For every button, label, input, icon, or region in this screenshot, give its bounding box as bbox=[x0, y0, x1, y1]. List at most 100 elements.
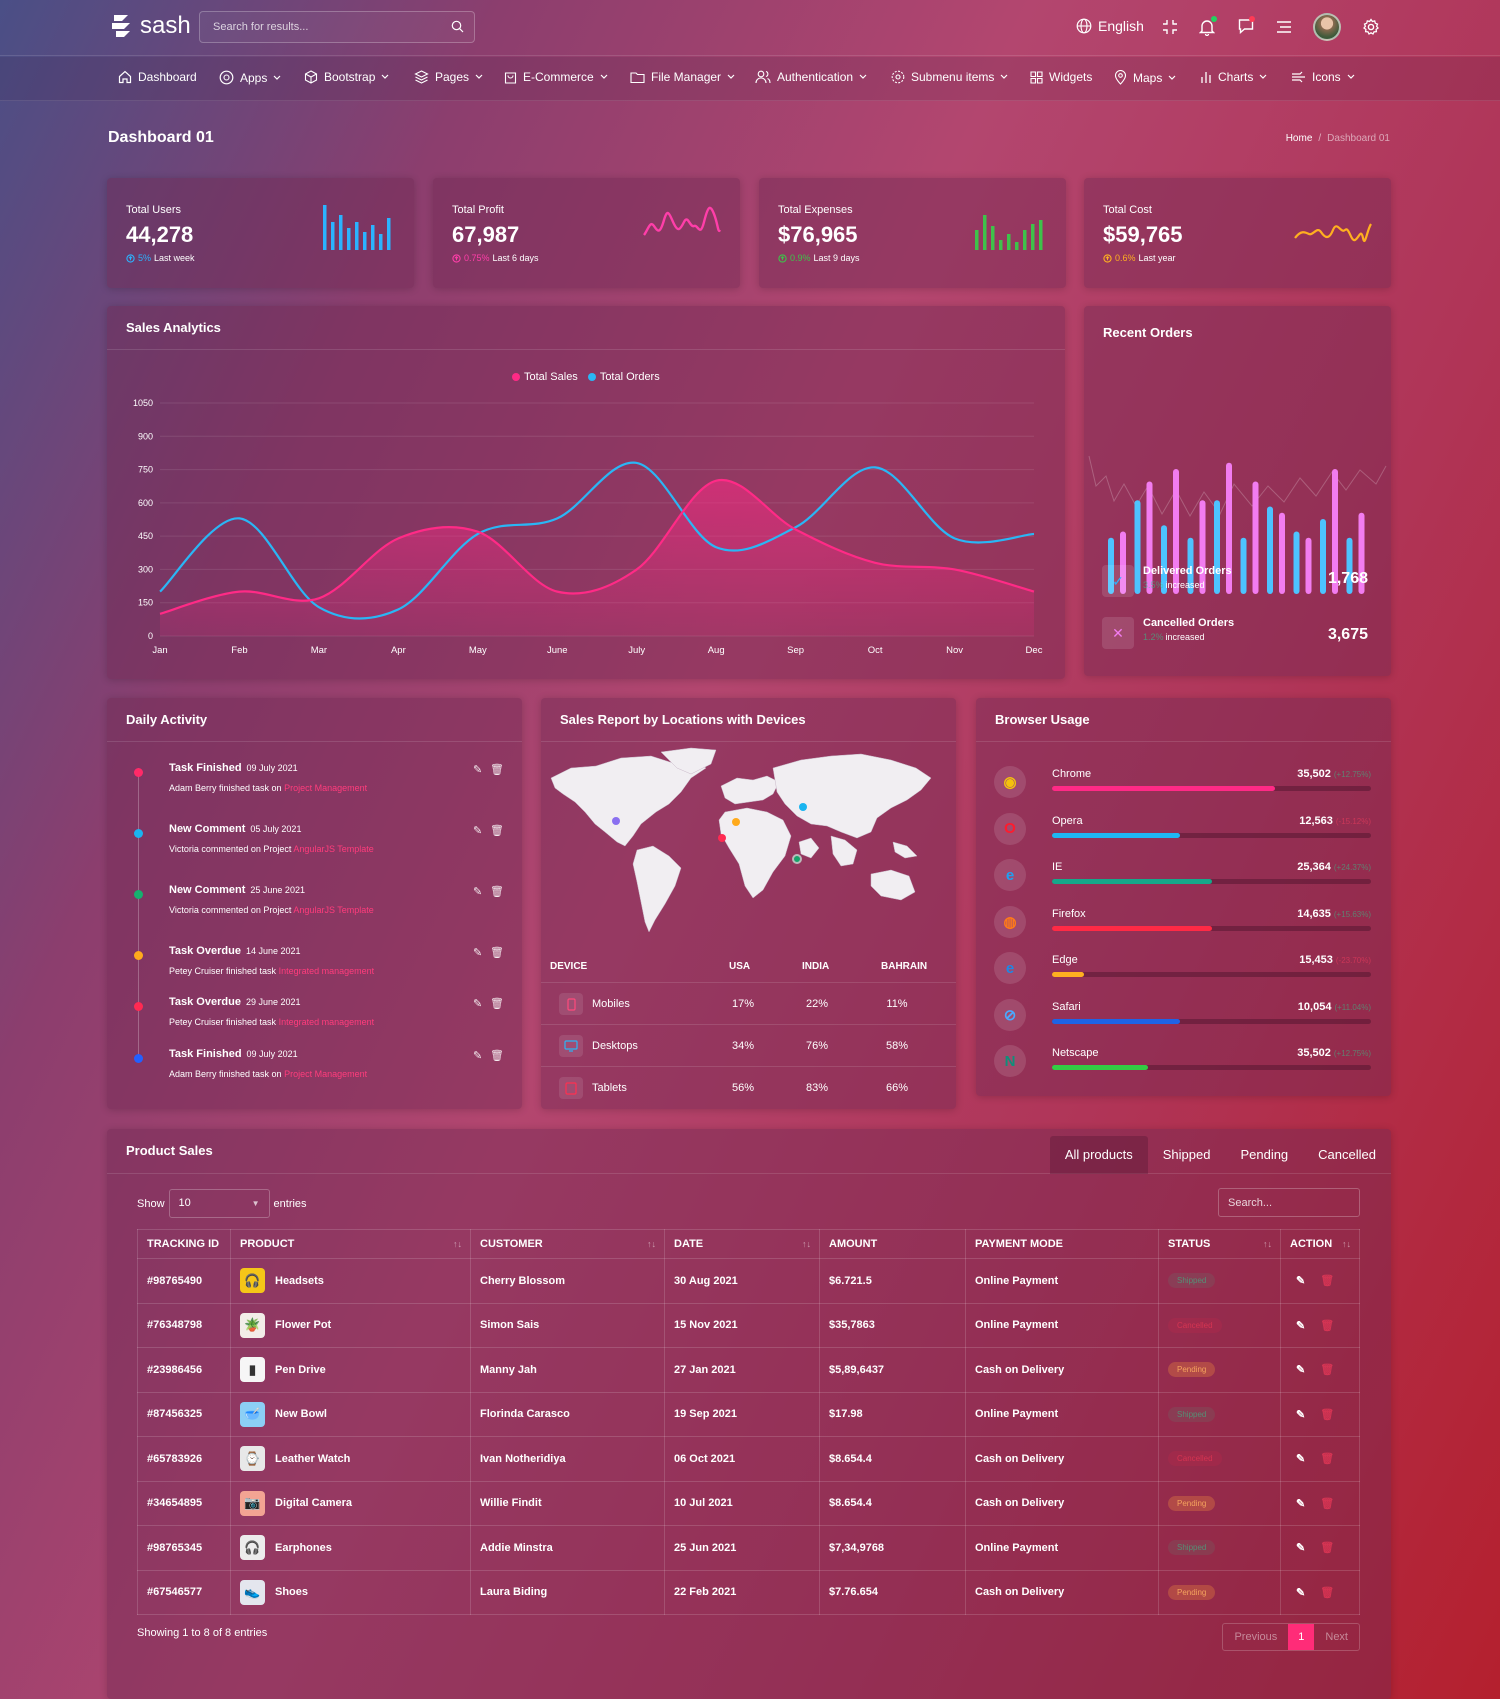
chevron-down-icon bbox=[1347, 74, 1355, 79]
trash-icon[interactable]: 🗑 bbox=[1320, 1319, 1334, 1332]
trash-icon[interactable]: 🗑 bbox=[1320, 1497, 1334, 1510]
edit-icon[interactable]: ✎ bbox=[473, 763, 482, 776]
pagination-previous[interactable]: Previous bbox=[1223, 1624, 1288, 1650]
th-status[interactable]: STATUS ↑↓ bbox=[1158, 1229, 1281, 1259]
pagination-next[interactable]: Next bbox=[1314, 1624, 1359, 1650]
nav-submenu-items[interactable]: Submenu items bbox=[891, 70, 1008, 84]
table-row[interactable]: #23986456 ▮ Pen Drive Manny Jah 27 Jan 2021 $… bbox=[137, 1347, 1360, 1393]
nav-maps[interactable]: Maps bbox=[1114, 70, 1176, 85]
tab-shipped[interactable]: Shipped bbox=[1148, 1136, 1226, 1174]
edit-icon[interactable]: ✎ bbox=[1296, 1274, 1305, 1287]
browser-value: 14,635 (+15.63%) bbox=[1297, 908, 1371, 920]
logo[interactable]: sash bbox=[110, 12, 191, 40]
edit-icon[interactable]: ✎ bbox=[473, 946, 482, 959]
table-search-input[interactable]: Search... bbox=[1218, 1188, 1360, 1217]
nav-bootstrap[interactable]: Bootstrap bbox=[304, 70, 389, 84]
nav-file-manager[interactable]: File Manager bbox=[630, 70, 735, 84]
edit-icon[interactable]: ✎ bbox=[473, 824, 482, 837]
nav-apps[interactable]: Apps bbox=[219, 70, 281, 85]
th-payment-mode[interactable]: PAYMENT MODE bbox=[965, 1229, 1159, 1259]
th-date[interactable]: DATE ↑↓ bbox=[664, 1229, 820, 1259]
nav-widgets[interactable]: Widgets bbox=[1030, 70, 1092, 84]
edit-icon[interactable]: ✎ bbox=[1296, 1408, 1305, 1421]
settings-gear-icon[interactable] bbox=[1362, 18, 1380, 36]
th-customer[interactable]: CUSTOMER ↑↓ bbox=[470, 1229, 665, 1259]
edit-icon[interactable]: ✎ bbox=[1296, 1497, 1305, 1510]
map-marker-usa[interactable] bbox=[612, 817, 620, 825]
trash-icon[interactable]: 🗑 bbox=[1320, 1586, 1334, 1599]
trash-icon[interactable]: 🗑 bbox=[490, 946, 504, 959]
activity-link[interactable]: Project Management bbox=[284, 1069, 367, 1079]
trash-icon[interactable]: 🗑 bbox=[490, 885, 504, 898]
activity-link[interactable]: Integrated management bbox=[279, 1017, 375, 1027]
arrow-circle-icon bbox=[778, 253, 787, 263]
trash-icon[interactable]: 🗑 bbox=[490, 763, 504, 776]
table-row[interactable]: #98765490 🎧 Headsets Cherry Blossom 30 Aug 2… bbox=[137, 1258, 1360, 1304]
map-marker-asia[interactable] bbox=[799, 803, 807, 811]
table-row[interactable]: #67546577 👟 Shoes Laura Biding 22 Feb 2021 $7… bbox=[137, 1569, 1360, 1615]
nav-icons[interactable]: Icons bbox=[1291, 70, 1355, 84]
fullscreen-icon[interactable] bbox=[1162, 19, 1178, 35]
cell-payment-mode: Online Payment bbox=[965, 1391, 1159, 1437]
cell-action: ✎ 🗑 bbox=[1280, 1258, 1360, 1304]
trash-icon[interactable]: 🗑 bbox=[1320, 1541, 1334, 1554]
table-row[interactable]: #34654895 📷 Digital Camera Willie Findit 10 … bbox=[137, 1480, 1360, 1526]
search-input[interactable] bbox=[200, 12, 430, 42]
trash-icon[interactable]: 🗑 bbox=[1320, 1363, 1334, 1376]
language-selector[interactable]: English bbox=[1076, 18, 1144, 34]
edit-icon[interactable]: ✎ bbox=[1296, 1452, 1305, 1465]
tab-pending[interactable]: Pending bbox=[1225, 1136, 1303, 1174]
th-product[interactable]: PRODUCT ↑↓ bbox=[230, 1229, 471, 1259]
activity-link[interactable]: AngularJS Template bbox=[293, 905, 373, 915]
edit-icon[interactable]: ✎ bbox=[1296, 1541, 1305, 1554]
nav-charts[interactable]: Charts bbox=[1200, 70, 1267, 84]
stat-change: 0.6% bbox=[1115, 253, 1136, 263]
edit-icon[interactable]: ✎ bbox=[473, 1049, 482, 1062]
cell-tracking-id: #67546577 bbox=[137, 1569, 231, 1615]
y-tick-label: 750 bbox=[138, 465, 153, 475]
search-icon[interactable] bbox=[451, 20, 464, 33]
trash-icon[interactable]: 🗑 bbox=[1320, 1408, 1334, 1421]
edit-icon[interactable]: ✎ bbox=[1296, 1363, 1305, 1376]
trash-icon[interactable]: 🗑 bbox=[1320, 1274, 1334, 1287]
edit-icon[interactable]: ✎ bbox=[473, 885, 482, 898]
table-row[interactable]: #87456325 🥣 New Bowl Florinda Carasco 19 Sep… bbox=[137, 1391, 1360, 1437]
trash-icon[interactable]: 🗑 bbox=[490, 997, 504, 1010]
th-action[interactable]: ACTION ↑↓ bbox=[1280, 1229, 1360, 1259]
activity-link[interactable]: Project Management bbox=[284, 783, 367, 793]
edit-icon[interactable]: ✎ bbox=[1296, 1319, 1305, 1332]
map-marker-africa[interactable] bbox=[718, 834, 726, 842]
tab-cancelled[interactable]: Cancelled bbox=[1303, 1136, 1391, 1174]
edit-icon[interactable]: ✎ bbox=[473, 997, 482, 1010]
grid-icon bbox=[1030, 70, 1043, 84]
activity-link[interactable]: AngularJS Template bbox=[293, 844, 373, 854]
trash-icon[interactable]: 🗑 bbox=[490, 824, 504, 837]
browser-name: Safari bbox=[1052, 1000, 1081, 1013]
avatar[interactable] bbox=[1313, 13, 1341, 41]
entries-select[interactable]: 10 ▼ bbox=[168, 1189, 270, 1218]
table-row[interactable]: #76348798 🪴 Flower Pot Simon Sais 15 Nov 202… bbox=[137, 1302, 1360, 1348]
th-amount[interactable]: AMOUNT bbox=[819, 1229, 966, 1259]
ro-sub: 1.2% increased bbox=[1143, 632, 1205, 642]
tab-all-products[interactable]: All products bbox=[1049, 1136, 1148, 1174]
trash-icon[interactable]: 🗑 bbox=[490, 1049, 504, 1062]
edit-icon[interactable]: ✎ bbox=[1296, 1586, 1305, 1599]
activity-link[interactable]: Integrated management bbox=[279, 966, 375, 976]
desktop-icon bbox=[559, 1035, 583, 1057]
cell-payment-mode: Online Payment bbox=[965, 1258, 1159, 1304]
nav-authentication[interactable]: Authentication bbox=[755, 70, 867, 84]
table-row[interactable]: #65783926 ⌚ Leather Watch Ivan Notheridiya 0… bbox=[137, 1436, 1360, 1482]
map-marker-europe[interactable] bbox=[732, 818, 740, 826]
breadcrumb-home[interactable]: Home bbox=[1286, 133, 1313, 144]
map-marker-india[interactable] bbox=[792, 854, 802, 864]
pagination-page[interactable]: 1 bbox=[1288, 1624, 1315, 1650]
earphones-icon: 🎧 bbox=[240, 1535, 265, 1561]
activity-title-text: Task Overdue bbox=[169, 996, 241, 1008]
nav-ecommerce[interactable]: E-Commerce bbox=[504, 70, 608, 84]
nav-dashboard[interactable]: Dashboard bbox=[118, 70, 197, 84]
th-tracking-id[interactable]: TRACKING ID bbox=[137, 1229, 231, 1259]
table-row[interactable]: #98765345 🎧 Earphones Addie Minstra 25 Jun 2… bbox=[137, 1525, 1360, 1571]
menu-lines-icon[interactable] bbox=[1276, 20, 1292, 34]
nav-pages[interactable]: Pages bbox=[414, 70, 483, 84]
trash-icon[interactable]: 🗑 bbox=[1320, 1452, 1334, 1465]
